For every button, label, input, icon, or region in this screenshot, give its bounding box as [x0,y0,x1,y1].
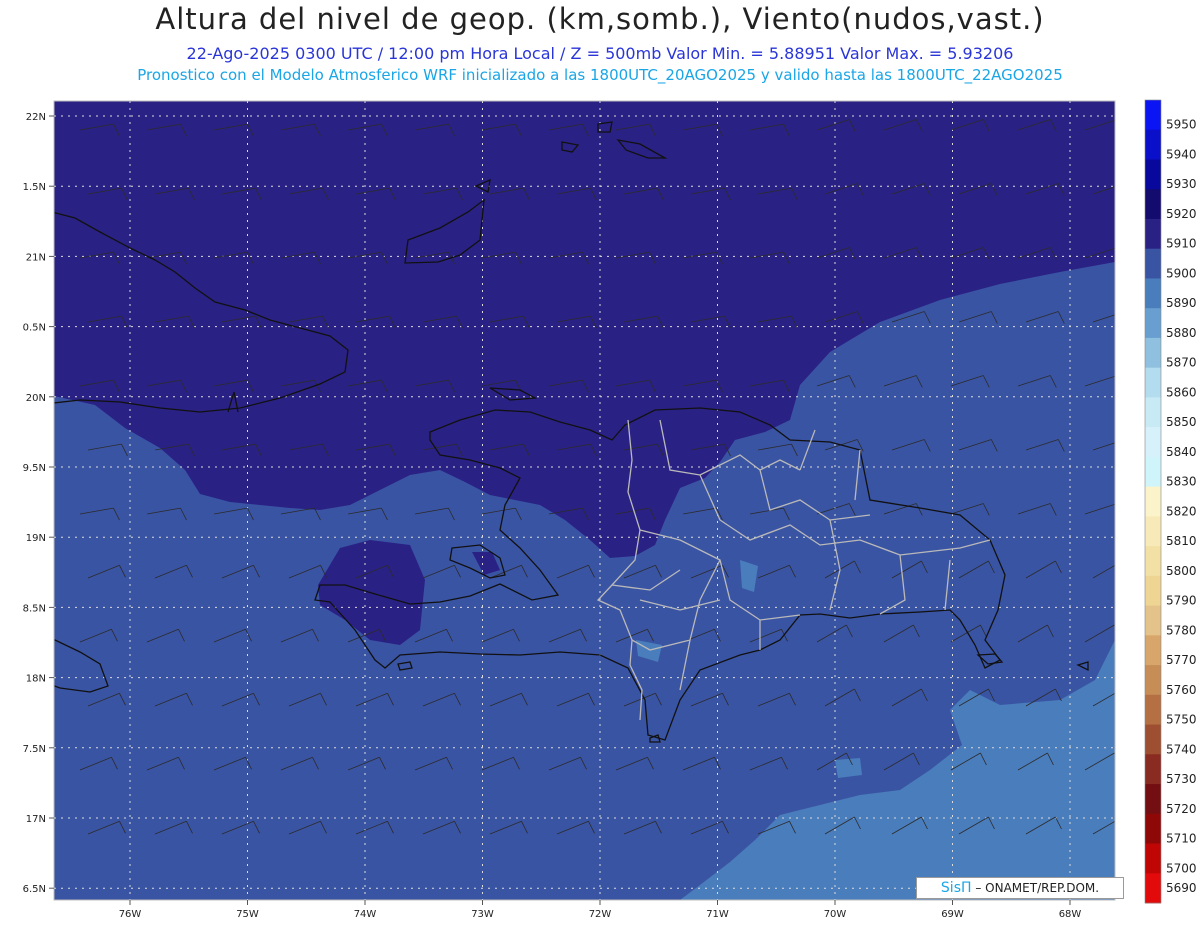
colorbar-swatch [1145,635,1161,666]
colorbar-label: 5730 [1166,772,1197,786]
latitude-labels: 22N 1.5N 21N 0.5N 20N 9.5N 19N 8.5N 18N 7.5N 17N 6.… [23,112,54,895]
lon-label: 68W [1059,909,1082,920]
colorbar-swatch [1145,575,1161,606]
colorbar-swatch [1145,486,1161,517]
colorbar-swatch [1145,784,1161,815]
colorbar-swatch [1145,694,1161,725]
colorbar-label: 5820 [1166,504,1197,518]
sispi-logo: SisΠ [940,880,972,896]
colorbar-label: 5720 [1166,802,1197,816]
colorbar-label: 5900 [1166,266,1197,280]
colorbar-label: 5750 [1166,713,1197,727]
colorbar-label: 5700 [1166,861,1197,875]
lon-label: 75W [236,909,259,920]
colorbar-swatch [1145,873,1161,904]
colorbar-label: 5950 [1166,118,1197,132]
lat-label: 21N [26,252,46,263]
colorbar-label: 5850 [1166,415,1197,429]
colorbar-swatch [1145,843,1161,874]
colorbar-label: 5830 [1166,475,1197,489]
colorbar-label: 5920 [1166,207,1197,221]
credit-text: – ONAMET/REP.DOM. [975,881,1100,895]
colorbar-label: 5910 [1166,237,1197,251]
colorbar-swatch [1145,397,1161,428]
colorbar-label: 5860 [1166,385,1197,399]
colorbar-swatch [1145,278,1161,309]
lat-label: 20N [26,393,46,404]
lon-label: 76W [119,909,142,920]
colorbar-label: 5770 [1166,653,1197,667]
lat-label: 22N [26,112,46,123]
lat-label: 6.5N [23,884,46,895]
colorbar-swatch [1145,129,1161,160]
credit-box: SisΠ – ONAMET/REP.DOM. [916,877,1124,899]
lat-label: 7.5N [23,744,46,755]
colorbar: 5950 5940 5930 5920 5910 5900 5890 5880 5870 5860… [1144,99,1197,904]
colorbar-swatch [1145,456,1161,488]
lat-label: 19N [26,533,46,544]
colorbar-label: 5930 [1166,177,1197,191]
lat-label: 17N [26,814,46,825]
lat-label: 1.5N [23,182,46,193]
colorbar-swatch [1145,427,1161,458]
colorbar-swatch [1145,605,1161,636]
colorbar-label: 5840 [1166,445,1197,459]
lon-label: 70W [824,909,847,920]
colorbar-label: 5690 [1166,881,1197,895]
colorbar-label: 5780 [1166,623,1197,637]
colorbar-swatch [1145,367,1161,398]
colorbar-label: 5790 [1166,594,1197,608]
colorbar-label: 5870 [1166,356,1197,370]
lon-label: 74W [354,909,377,920]
lat-label: 9.5N [23,463,46,474]
colorbar-swatch [1145,754,1161,785]
colorbar-label: 5800 [1166,564,1197,578]
colorbar-swatch [1145,308,1161,339]
lat-label: 0.5N [23,323,46,334]
colorbar-swatch [1145,724,1161,755]
colorbar-swatch [1145,665,1161,696]
forecast-map: 22N 1.5N 21N 0.5N 20N 9.5N 19N 8.5N 18N 7.5N 17N 6.… [23,99,1197,920]
colorbar-swatch [1145,248,1161,279]
lon-label: 71W [706,909,729,920]
colorbar-swatch [1145,159,1161,190]
lat-label: 18N [26,674,46,685]
colorbar-swatch [1145,189,1161,220]
colorbar-swatch [1145,218,1161,250]
colorbar-swatch [1145,100,1161,131]
longitude-labels: 76W 75W 74W 73W 72W 71W 70W 69W 68W [119,900,1082,920]
geopotential-shading [54,101,1115,900]
colorbar-swatch [1145,337,1161,369]
lat-label: 8.5N [23,603,46,614]
lon-label: 69W [941,909,964,920]
colorbar-label: 5760 [1166,683,1197,697]
colorbar-label: 5940 [1166,147,1197,161]
colorbar-swatch [1145,813,1161,844]
colorbar-label: 5810 [1166,534,1197,548]
lon-label: 72W [589,909,612,920]
colorbar-label: 5710 [1166,832,1197,846]
colorbar-label: 5890 [1166,296,1197,310]
colorbar-label: 5880 [1166,326,1197,340]
colorbar-swatch [1145,546,1161,577]
colorbar-label: 5740 [1166,742,1197,756]
lon-label: 73W [471,909,494,920]
colorbar-swatch [1145,516,1161,547]
